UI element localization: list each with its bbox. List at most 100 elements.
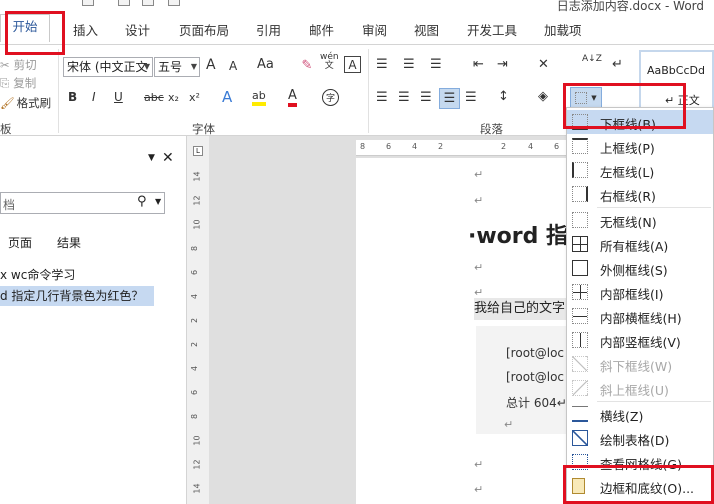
tab-selector[interactable]: L (193, 146, 203, 156)
menu-item-inside-borders[interactable]: 内部框线(I) (567, 280, 713, 304)
style-normal[interactable]: AaBbCcDd ↵ 正文 (639, 50, 714, 112)
align-left-icon[interactable]: ☰ (376, 90, 388, 105)
outside-borders-icon (572, 260, 588, 276)
border-grid-icon (575, 92, 588, 104)
grow-font-button[interactable]: A (206, 57, 216, 73)
code-line: [root@loc (506, 346, 565, 360)
font-group-label: 字体 (192, 122, 215, 136)
menu-item-bottom-border[interactable]: 下框线(B) (567, 110, 713, 134)
decrease-indent-icon[interactable]: ⇤ (473, 57, 484, 72)
menu-item-borders-shading[interactable]: 边框和底纹(O)... (567, 474, 713, 498)
menu-item-inside-horizontal-border[interactable]: 内部横框线(H) (567, 304, 713, 328)
shrink-font-button[interactable]: A (229, 59, 237, 73)
format-painter-button[interactable]: 🖌 格式刷 (0, 95, 51, 111)
list-item[interactable]: x wc命令学习 (0, 266, 75, 283)
tab-mailings[interactable]: 邮件 (309, 20, 334, 39)
tab-design[interactable]: 设计 (125, 20, 150, 39)
tab-developer[interactable]: 开发工具 (467, 20, 517, 39)
menu-item-label: 查看网格线(G) (600, 457, 682, 472)
ruler-tick: 12 (192, 195, 202, 206)
ruler-tick: 10 (192, 435, 202, 446)
menu-item-horizontal-line[interactable]: 横线(Z) (567, 402, 713, 426)
char-border-button[interactable]: A (344, 56, 361, 73)
menu-item-label: 内部框线(I) (600, 287, 664, 302)
highlight-button[interactable]: ab (252, 89, 266, 106)
phonetic-guide-button[interactable]: wén 文 (320, 53, 339, 71)
font-name-combo[interactable]: 宋体 (中文正文 ▼ (63, 57, 153, 77)
menu-item-label: 斜下框线(W) (600, 359, 673, 374)
search-input[interactable]: 档 ⚲ ▼ (0, 192, 165, 214)
window-title: 日志添加内容.docx - Word (556, 0, 704, 13)
superscript-button[interactable]: x² (189, 91, 200, 104)
left-border-icon (572, 162, 588, 178)
ruler-tick: 6 (190, 389, 200, 396)
paragraph-group-label: 段落 (480, 122, 503, 136)
search-icon[interactable]: ⚲ (137, 194, 147, 209)
chinese-layout-icon[interactable]: ✕ (538, 57, 549, 72)
no-border-icon (572, 212, 588, 228)
menu-item-inside-vertical-border[interactable]: 内部竖框线(V) (567, 328, 713, 352)
borders-dropdown-menu: 下框线(B) 上框线(P) 左框线(L) 右框线(R) 无框线(N) 所有框线(A) 外侧框… (566, 107, 714, 504)
increase-indent-icon[interactable]: ⇥ (497, 57, 508, 72)
chevron-down-icon: ▼ (591, 94, 597, 102)
tab-view[interactable]: 视图 (414, 20, 439, 39)
shading-icon[interactable]: ◈ (538, 89, 548, 104)
menu-item-no-border[interactable]: 无框线(N) (567, 208, 713, 232)
code-line: [root@loc (506, 370, 565, 384)
code-block: [root@loc [root@loc 总计 604↵ ↵ (476, 326, 568, 434)
menu-item-top-border[interactable]: 上框线(P) (567, 134, 713, 158)
tab-insert[interactable]: 插入 (73, 20, 98, 39)
clear-format-icon[interactable]: ✎ (299, 57, 315, 73)
subscript-button[interactable]: x₂ (168, 91, 179, 104)
text-effects-button[interactable]: A (222, 88, 232, 106)
new-doc-icon[interactable] (118, 0, 130, 6)
align-right-icon[interactable]: ☰ (420, 90, 432, 105)
view-gridlines-icon (572, 454, 588, 470)
show-marks-icon[interactable]: ↵ (612, 57, 623, 72)
ruler-tick: 10 (192, 219, 202, 230)
multilevel-list-icon[interactable]: ☰ (430, 57, 442, 72)
borders-button[interactable]: ▼ (570, 87, 602, 109)
enclose-char-button[interactable]: 字 (322, 89, 339, 106)
tab-page-layout[interactable]: 页面布局 (179, 20, 229, 39)
align-center-icon[interactable]: ☰ (398, 90, 410, 105)
menu-item-draw-table[interactable]: 绘制表格(D) (567, 426, 713, 450)
tab-home[interactable]: 开始 (0, 14, 50, 42)
font-size-combo[interactable]: 五号 ▼ (154, 57, 200, 77)
italic-button[interactable]: I (92, 90, 96, 104)
tab-references[interactable]: 引用 (256, 20, 281, 39)
tab-results[interactable]: 结果 (57, 234, 81, 251)
menu-item-label: 横线(Z) (600, 409, 644, 424)
copy-button[interactable]: ⎘ 复制 (0, 75, 36, 91)
undo-icon[interactable] (82, 0, 94, 6)
tab-pages[interactable]: 页面 (8, 234, 32, 251)
menu-item-view-gridlines[interactable]: 查看网格线(G) (567, 450, 713, 474)
pane-options-icon[interactable]: ▼ (148, 153, 155, 163)
bold-button[interactable]: B (68, 90, 77, 104)
underline-button[interactable]: U (114, 90, 123, 104)
ruler-tick: 2 (190, 341, 200, 348)
open-icon[interactable] (142, 0, 154, 6)
cut-button[interactable]: ✂ 剪切 (0, 57, 37, 73)
bullets-icon[interactable]: ☰ (376, 57, 388, 72)
font-color-button[interactable]: A (288, 88, 297, 107)
menu-item-outside-borders[interactable]: 外侧框线(S) (567, 256, 713, 280)
menu-item-all-borders[interactable]: 所有框线(A) (567, 232, 713, 256)
justify-icon[interactable]: ☰ (439, 88, 460, 109)
menu-item-right-border[interactable]: 右框线(R) (567, 182, 713, 206)
print-icon[interactable] (168, 0, 180, 6)
tab-review[interactable]: 审阅 (362, 20, 387, 39)
tab-addins[interactable]: 加载项 (544, 20, 582, 39)
sort-button[interactable]: A↓Z (582, 54, 602, 64)
numbering-icon[interactable]: ☰ (403, 57, 415, 72)
strikethrough-button[interactable]: abc (144, 91, 164, 104)
ruler-tick: 6 (386, 142, 392, 151)
menu-item-left-border[interactable]: 左框线(L) (567, 158, 713, 182)
distributed-icon[interactable]: ☰ (465, 90, 477, 105)
line-spacing-icon[interactable]: ↕ (498, 89, 509, 104)
clipboard-group-label: 板 (0, 122, 12, 136)
list-item-selected[interactable]: d 指定几行背景色为红色？ (0, 286, 154, 306)
chevron-down-icon[interactable]: ▼ (155, 197, 161, 206)
change-case-button[interactable]: Aa (257, 57, 274, 72)
close-icon[interactable]: ✕ (162, 150, 174, 166)
